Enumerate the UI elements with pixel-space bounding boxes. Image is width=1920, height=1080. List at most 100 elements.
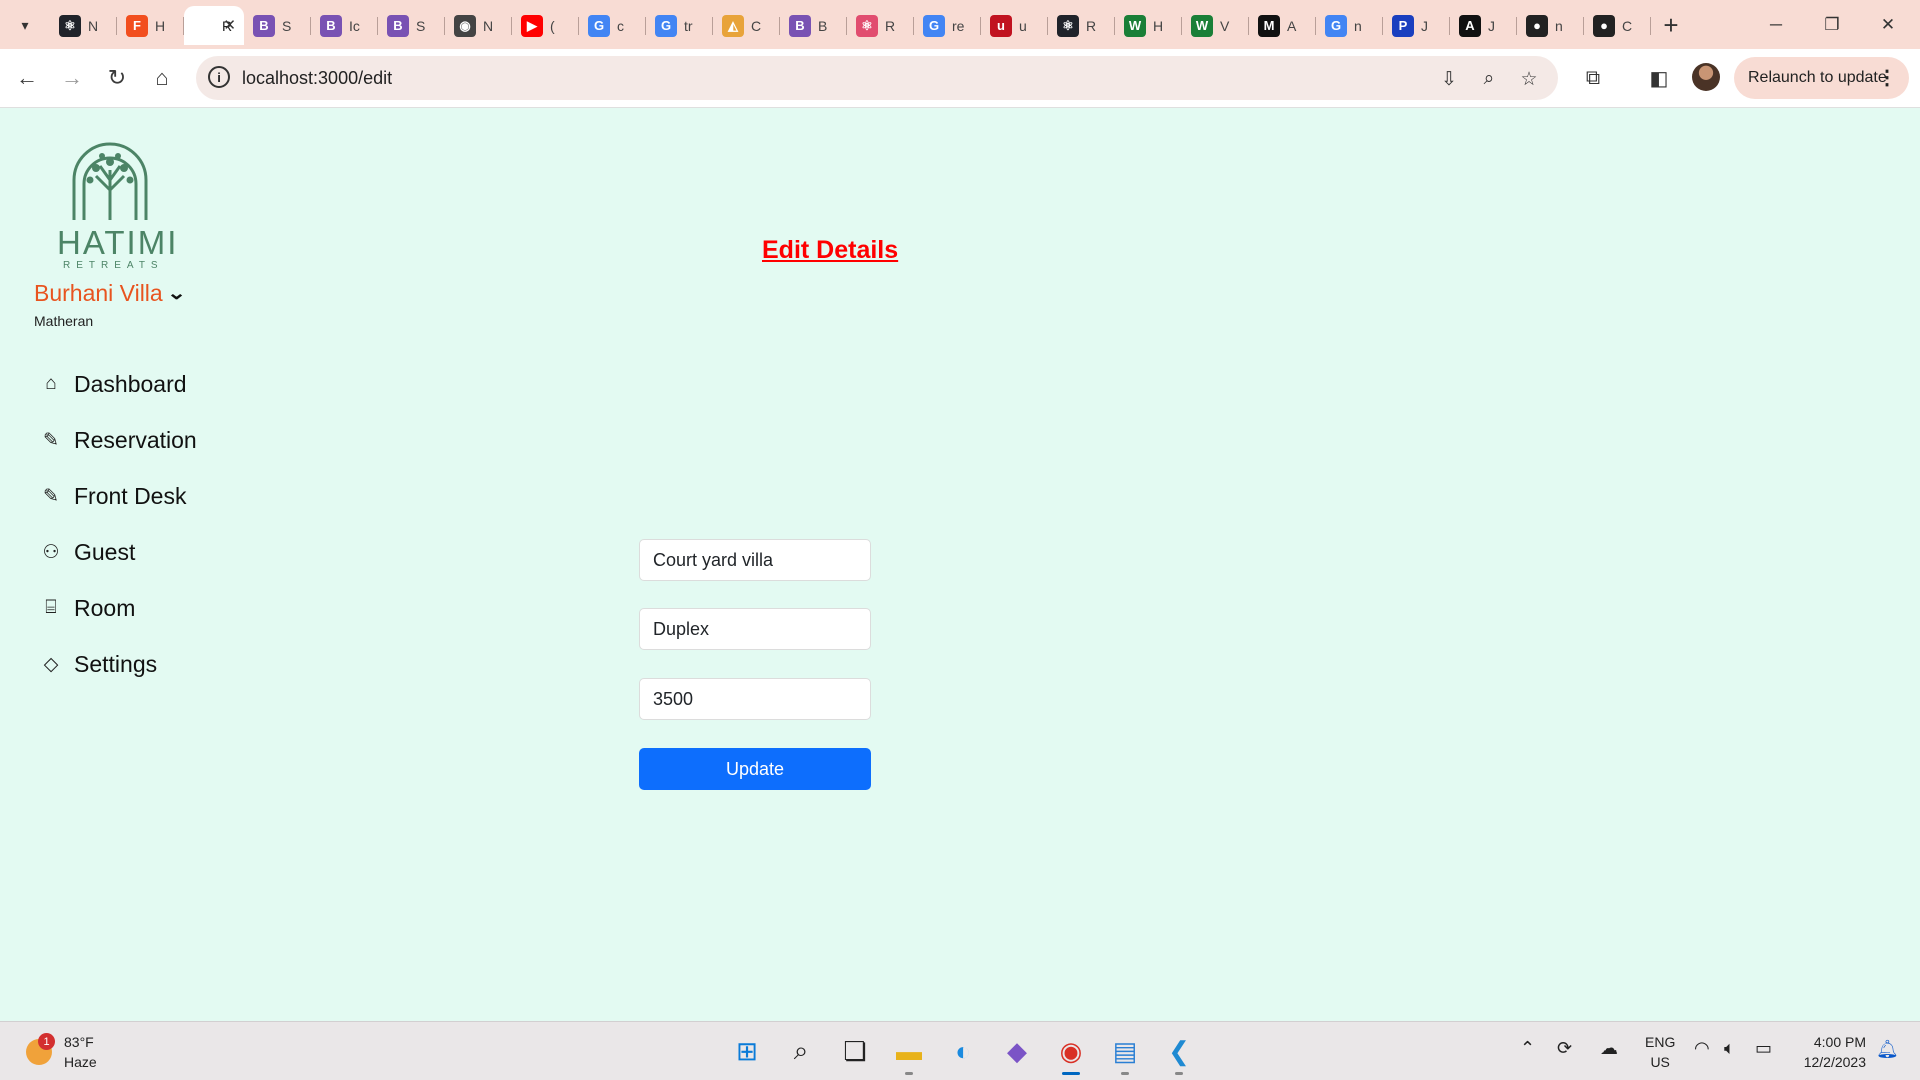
property-name[interactable]: Burhani Villa (34, 280, 163, 307)
browser-tab[interactable]: Gre (914, 6, 981, 45)
battery-icon[interactable]: ▭ (1755, 1038, 1772, 1059)
clock-time: 4:00 PM (1813, 1034, 1866, 1050)
browser-tab[interactable]: ⚛ R (847, 6, 914, 45)
tab-title: S (282, 17, 292, 34)
tab-close-icon[interactable]: ✕ (223, 16, 236, 34)
file-explorer-icon[interactable]: ▬ (882, 1030, 936, 1075)
language-code: ENG (1645, 1034, 1676, 1050)
onedrive-icon[interactable]: ☁ (1600, 1038, 1618, 1059)
weather-temperature: 83°F (64, 1034, 94, 1050)
tab-list: ⚛ N F H R ✕ B S B Ic B S ◉ N ▶(Gc Gtr ◭ C B B ⚛ R Gre u u ⚛ R W H W V M… (50, 6, 1691, 45)
browser-tab[interactable]: ◉ N (445, 6, 512, 45)
browser-tab[interactable]: ⚛ R (1048, 6, 1115, 45)
tab-title: n (1354, 17, 1362, 34)
zoom-icon[interactable]: ⌕ (1476, 66, 1502, 92)
browser-tab[interactable]: BS (244, 6, 311, 45)
tab-title: H (1153, 17, 1164, 34)
sidebar-item-dashboard[interactable]: ⌂ Dashboard (38, 356, 197, 412)
restore-icon[interactable]: ❐ (1804, 0, 1860, 49)
sidebar-item-reservation[interactable]: ✎ Reservation (38, 412, 197, 468)
vscode-icon[interactable]: ❮ (1152, 1030, 1206, 1075)
browser-tab[interactable]: ● C (1584, 6, 1651, 45)
home-icon[interactable]: ⌂ (145, 61, 179, 95)
tab-title: c (617, 17, 624, 34)
sidebar-item-guest[interactable]: ⚇ Guest (38, 524, 197, 580)
notification-bell-icon[interactable]: 🔔︎ (1876, 1039, 1899, 1060)
browser-tab[interactable]: FH (117, 6, 184, 45)
browser-tab[interactable]: ▶( (512, 6, 579, 45)
weather-sun-icon: 1 (26, 1033, 55, 1065)
room-type-field[interactable] (639, 608, 871, 650)
profile-avatar[interactable] (1692, 63, 1720, 91)
back-arrow-icon[interactable]: ← (10, 61, 44, 95)
sidebar-item-room[interactable]: ⌸ Room (38, 580, 197, 636)
edit-icon: ✎ (43, 429, 59, 451)
system-clock[interactable]: 4:00 PM 12/2/2023 (1796, 1032, 1866, 1072)
browser-tab[interactable]: ◭ C (713, 6, 780, 45)
browser-tab[interactable]: Gc (579, 6, 646, 45)
bootstrap-icon: B (253, 14, 275, 37)
notepad-icon[interactable]: ▤ (1098, 1030, 1152, 1075)
tray-chevron-up-icon[interactable]: ⌃ (1520, 1038, 1535, 1059)
tab-title: tr (684, 17, 693, 34)
extensions-icon[interactable]: ⧉ (1578, 63, 1608, 93)
volume-icon[interactable]: 🔈︎ (1724, 1038, 1735, 1059)
property-selector[interactable]: Burhani Villa ⌄ (34, 280, 186, 307)
browser-tab[interactable]: B Ic (311, 6, 378, 45)
relaunch-button[interactable]: Relaunch to update ⋮ (1734, 57, 1909, 99)
side-panel-icon[interactable]: ◧ (1644, 63, 1674, 93)
minimize-icon[interactable]: ─ (1748, 0, 1804, 49)
chrome-icon[interactable]: ◉ (1044, 1030, 1098, 1075)
visual-studio-icon[interactable]: ◆ (990, 1030, 1044, 1072)
language-indicator[interactable]: ENG US (1645, 1032, 1675, 1072)
browser-tab[interactable]: Gtr (646, 6, 713, 45)
browser-tab[interactable]: ⚛ N (50, 6, 117, 45)
sync-icon[interactable]: ⟳ (1557, 1038, 1572, 1059)
search-icon[interactable]: ⌕ (774, 1030, 828, 1072)
door-icon: ⌸ (45, 597, 57, 618)
room-name-field[interactable] (639, 539, 871, 581)
tab-title: re (952, 17, 965, 34)
browser-tab[interactable]: BB (780, 6, 847, 45)
wifi-icon[interactable]: ◠ (1694, 1038, 1710, 1059)
sidebar-item-settings[interactable]: ◇ Settings (38, 636, 197, 692)
sidebar-item-front-desk[interactable]: ✎ Front Desk (38, 468, 197, 524)
window-close-icon[interactable]: ✕ (1860, 0, 1916, 49)
forward-arrow-icon[interactable]: → (55, 61, 89, 95)
bookmark-star-icon[interactable]: ☆ (1516, 66, 1542, 92)
browser-tab[interactable]: MA (1249, 6, 1316, 45)
browser-tab[interactable]: ● n (1517, 6, 1584, 45)
tab-title: A (1287, 17, 1297, 34)
browser-tab[interactable]: BS (378, 6, 445, 45)
chevron-down-icon[interactable]: ⌄ (166, 283, 186, 304)
address-bar[interactable]: i localhost:3000/edit ⇩ ⌕ ☆ (196, 56, 1558, 100)
tree-logo-icon (72, 142, 148, 220)
address-url[interactable]: localhost:3000/edit (242, 68, 392, 89)
new-tab-plus-icon[interactable]: + (1651, 6, 1691, 45)
update-button[interactable]: Update (639, 748, 871, 790)
hatimi-logo[interactable]: HATIMI RETREATS (52, 140, 176, 271)
browser-tab[interactable]: WH (1115, 6, 1182, 45)
reload-icon[interactable]: ↻ (100, 61, 134, 95)
tab-title: R (885, 17, 896, 34)
browser-tab[interactable]: uu (981, 6, 1048, 45)
sidebar-item-label: Dashboard (74, 370, 187, 397)
browser-tab[interactable]: AJ (1450, 6, 1517, 45)
edge-icon[interactable]: ◐ (936, 1030, 990, 1072)
browser-tab[interactable]: R ✕ (184, 6, 244, 45)
install-app-icon[interactable]: ⇩ (1436, 66, 1462, 92)
more-menu-icon[interactable]: ⋮ (1877, 65, 1897, 90)
google-icon: G (655, 14, 677, 37)
browser-tab[interactable]: WV (1182, 6, 1249, 45)
price-field[interactable] (639, 678, 871, 720)
task-view-icon[interactable]: ❏ (828, 1030, 882, 1072)
browser-tab-strip: ▾ ⚛ N F H R ✕ B S B Ic B S ◉ N ▶(Gc Gtr ◭ C B B ⚛ R Gre u u ⚛ R W H W… (0, 0, 1920, 49)
site-info-icon[interactable]: i (208, 66, 230, 88)
react-icon: ⚛ (856, 14, 878, 37)
browser-tab[interactable]: PJ (1383, 6, 1450, 45)
start-windows-icon[interactable]: ⊞ (720, 1030, 774, 1072)
browser-tab[interactable]: Gn (1316, 6, 1383, 45)
weather-widget[interactable]: 1 83°F Haze (26, 1032, 97, 1072)
brand-subtitle: RETREATS (63, 260, 164, 271)
tab-search-chevron-icon[interactable]: ▾ (10, 10, 40, 40)
